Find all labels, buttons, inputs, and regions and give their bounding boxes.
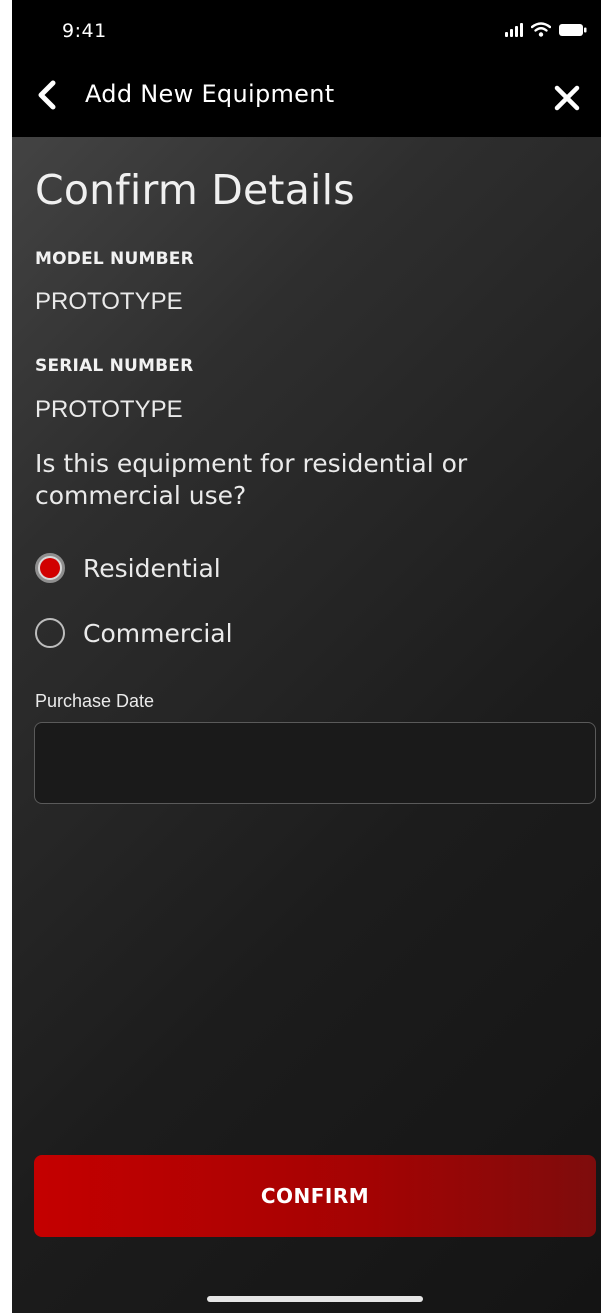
phone-screen: 9:41 Add New Equipment Confirm Details M… [12, 0, 601, 1313]
radio-dot [40, 558, 60, 578]
signal-icon [505, 23, 523, 37]
purchase-date-label: Purchase Date [35, 691, 155, 711]
radio-label-residential[interactable]: Residential [83, 554, 221, 583]
close-icon[interactable] [553, 84, 581, 112]
confirm-button[interactable]: CONFIRM [34, 1155, 596, 1237]
purchase-date-input[interactable] [34, 722, 596, 804]
usage-question: Is this equipment for residential or com… [35, 449, 468, 510]
top-bar: 9:41 Add New Equipment [12, 0, 601, 137]
radio-option-residential[interactable]: Residential [35, 553, 221, 583]
battery-icon [559, 23, 587, 37]
serial-number-value: PROTOTYPE [35, 396, 183, 423]
page-title: Confirm Details [35, 166, 355, 214]
chevron-left-icon[interactable] [36, 80, 58, 110]
status-icons [505, 22, 587, 37]
model-number-label: MODEL NUMBER [35, 249, 194, 269]
serial-number-label: SERIAL NUMBER [35, 356, 194, 376]
wifi-icon [531, 22, 551, 37]
radio-label-commercial[interactable]: Commercial [83, 619, 233, 648]
home-indicator [207, 1296, 423, 1302]
radio-option-commercial[interactable]: Commercial [35, 618, 233, 648]
radio-selected-icon[interactable] [35, 553, 65, 583]
radio-unselected-icon[interactable] [35, 618, 65, 648]
nav-title: Add New Equipment [85, 80, 335, 108]
model-number-value: PROTOTYPE [35, 288, 183, 315]
status-time: 9:41 [62, 20, 107, 42]
